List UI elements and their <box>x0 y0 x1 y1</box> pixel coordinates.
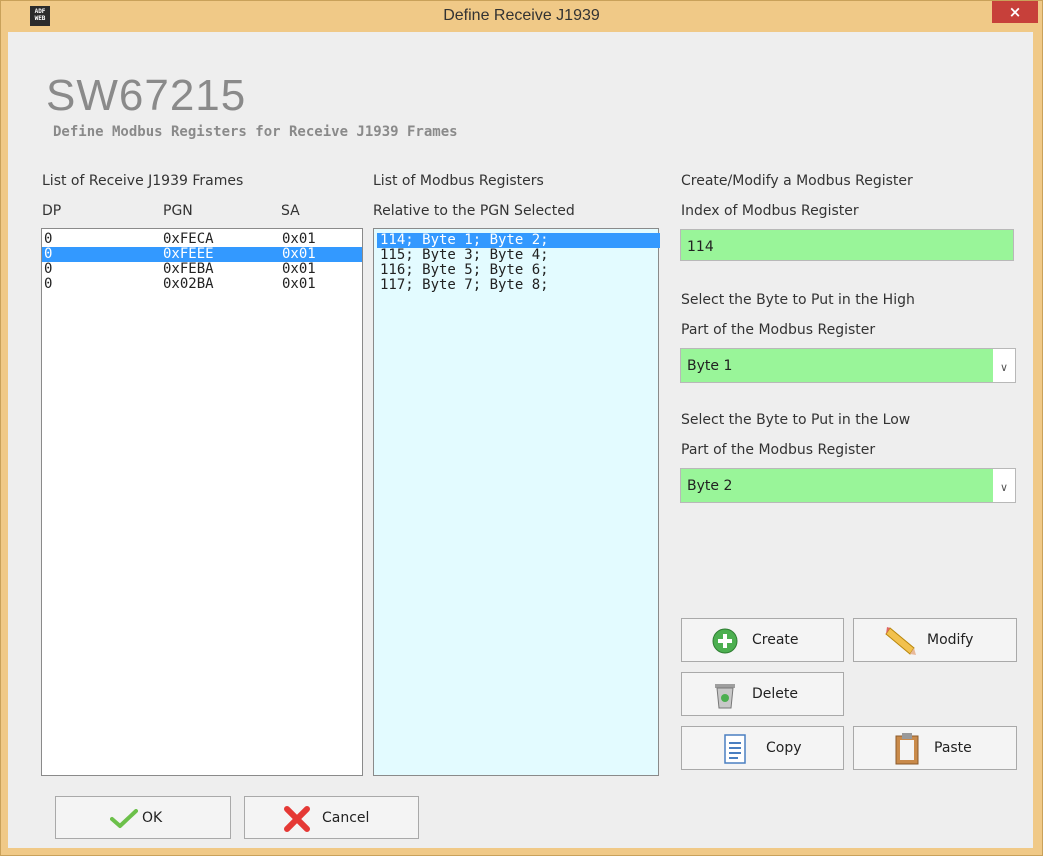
index-label: Index of Modbus Register <box>681 203 859 219</box>
frame-sa: 0x01 <box>282 276 316 292</box>
delete-label: Delete <box>752 686 798 702</box>
column-header-sa: SA <box>281 203 300 219</box>
create-label: Create <box>752 632 799 648</box>
index-input[interactable]: 114 <box>680 229 1014 261</box>
editor-heading: Create/Modify a Modbus Register <box>681 173 913 189</box>
frame-row[interactable]: 0 0xFEBA 0x01 <box>42 262 362 277</box>
high-byte-value: Byte 1 <box>687 358 733 374</box>
chevron-down-icon[interactable]: ∨ <box>993 349 1015 382</box>
register-item[interactable]: 115; Byte 3; Byte 4; <box>377 248 658 263</box>
copy-button[interactable]: Copy <box>681 726 844 770</box>
high-byte-sublabel: Part of the Modbus Register <box>681 322 876 338</box>
frame-row[interactable]: 0 0xFECA 0x01 <box>42 232 362 247</box>
frame-dp: 0 <box>44 261 53 277</box>
register-item[interactable]: 116; Byte 5; Byte 6; <box>377 263 658 278</box>
modify-button[interactable]: Modify <box>853 618 1017 662</box>
plus-circle-icon <box>712 628 738 654</box>
frame-sa: 0x01 <box>282 246 316 262</box>
frame-dp: 0 <box>44 276 53 292</box>
registers-list[interactable]: 114; Byte 1; Byte 2; 115; Byte 3; Byte 4… <box>373 228 660 776</box>
paste-button[interactable]: Paste <box>853 726 1017 770</box>
cancel-label: Cancel <box>322 810 370 826</box>
frame-row[interactable]: 0 0x02BA 0x01 <box>42 277 362 292</box>
app-subtitle: Define Modbus Registers for Receive J193… <box>53 124 458 140</box>
app-title: SW67215 <box>46 71 247 120</box>
chevron-down-icon[interactable]: ∨ <box>993 469 1015 502</box>
column-header-pgn: PGN <box>163 203 193 219</box>
delete-button[interactable]: Delete <box>681 672 844 716</box>
ok-label: OK <box>142 810 163 826</box>
high-byte-select[interactable]: Byte 1 ∨ <box>680 348 1016 383</box>
modify-label: Modify <box>927 632 974 648</box>
registers-list-label: List of Modbus Registers <box>373 173 544 189</box>
dialog-window: ADF WEB Define Receive J1939 × SW67215 De… <box>0 0 1043 856</box>
trash-icon <box>715 684 735 709</box>
close-button[interactable]: × <box>992 1 1038 23</box>
frame-pgn: 0xFEEE <box>163 246 214 262</box>
clipboard-icon <box>895 733 919 765</box>
window-title: Define Receive J1939 <box>443 7 600 24</box>
low-byte-label: Select the Byte to Put in the Low <box>681 412 911 428</box>
create-button[interactable]: Create <box>681 618 844 662</box>
frame-dp: 0 <box>44 231 53 247</box>
ok-button[interactable]: OK <box>55 796 231 839</box>
frames-list[interactable]: 0 0xFECA 0x01 0 0xFEEE 0x01 0 0xFEBA 0x0… <box>41 228 363 776</box>
frame-pgn: 0xFEBA <box>163 261 214 277</box>
frame-sa: 0x01 <box>282 261 316 277</box>
frame-row-selected[interactable]: 0 0xFEEE 0x01 <box>42 247 362 262</box>
low-byte-sublabel: Part of the Modbus Register <box>681 442 876 458</box>
column-header-dp: DP <box>42 203 62 219</box>
checkmark-icon <box>110 809 138 828</box>
frame-pgn: 0xFECA <box>163 231 214 247</box>
registers-list-sublabel: Relative to the PGN Selected <box>373 203 575 219</box>
copy-label: Copy <box>766 740 802 756</box>
high-byte-label: Select the Byte to Put in the High <box>681 292 915 308</box>
low-byte-select[interactable]: Byte 2 ∨ <box>680 468 1016 503</box>
frame-sa: 0x01 <box>282 231 316 247</box>
pencil-icon <box>885 627 916 655</box>
copy-icon <box>724 734 746 764</box>
frame-dp: 0 <box>44 246 53 262</box>
register-item-selected[interactable]: 114; Byte 1; Byte 2; <box>377 233 660 248</box>
frames-list-label: List of Receive J1939 Frames <box>42 173 244 189</box>
title-bar[interactable]: ADF WEB Define Receive J1939 × <box>1 1 1042 31</box>
low-byte-value: Byte 2 <box>687 478 733 494</box>
cancel-button[interactable]: Cancel <box>244 796 419 839</box>
frame-pgn: 0x02BA <box>163 276 214 292</box>
paste-label: Paste <box>934 740 972 756</box>
register-item[interactable]: 117; Byte 7; Byte 8; <box>377 278 658 293</box>
red-x-icon <box>284 806 310 832</box>
